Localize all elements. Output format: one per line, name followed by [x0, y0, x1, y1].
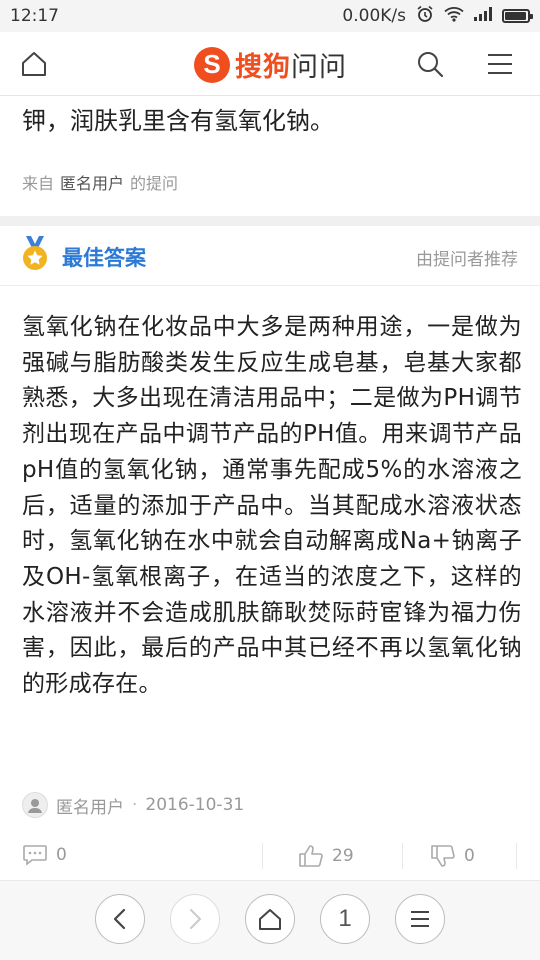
browser-menu-button[interactable]	[395, 894, 445, 944]
home-icon	[259, 909, 281, 930]
home-button[interactable]	[14, 44, 54, 84]
dislike-count: 0	[464, 846, 475, 866]
answer-author: 匿名用户 · 2016-10-31	[22, 792, 244, 818]
menu-button[interactable]	[480, 44, 520, 84]
sogou-wenwen-logo[interactable]: S 搜狗问问	[194, 45, 347, 84]
author-name[interactable]: 匿名用户	[56, 793, 124, 818]
tabs-button[interactable]: 1	[320, 894, 370, 944]
meta-separator: ·	[132, 795, 138, 815]
avatar[interactable]	[22, 792, 48, 818]
answer-text: 氢氧化钠在化妆品中大多是两种用途，一是做为强碱与脂肪酸类发生反应生成皂基，皂基大…	[22, 314, 522, 698]
action-divider	[262, 843, 263, 869]
status-time: 12:17	[10, 6, 59, 26]
question-text: 钾，润肤乳里含有氢氧化钠。	[22, 107, 334, 135]
logo-text: 搜狗问问	[235, 52, 347, 83]
back-button[interactable]	[95, 894, 145, 944]
action-divider	[402, 843, 403, 869]
chevron-right-icon	[189, 908, 202, 930]
section-divider	[0, 216, 540, 226]
comment-count: 0	[56, 845, 67, 865]
chevron-left-icon	[113, 908, 126, 930]
search-icon	[418, 52, 444, 78]
recommended-by-asker: 由提问者推荐	[416, 250, 518, 270]
dislike-button[interactable]: 0	[430, 844, 475, 868]
network-speed: 0.00K/s	[342, 6, 406, 26]
status-bar: 12:17 0.00K/s	[0, 0, 540, 32]
thumbs-down-icon	[431, 845, 455, 867]
thumbs-up-icon	[299, 845, 323, 867]
best-answer-bar: 最佳答案 由提问者推荐	[0, 226, 540, 286]
answer-date: 2016-10-31	[145, 795, 245, 815]
comment-icon	[23, 845, 47, 866]
meta-suffix: 的提问	[130, 174, 179, 193]
home-icon	[22, 52, 46, 76]
menu-icon	[488, 54, 512, 74]
wifi-icon	[444, 6, 464, 27]
status-icons: 0.00K/s	[342, 5, 533, 28]
question-meta: 来自 匿名用户 的提问	[22, 170, 178, 194]
logo-mark: S	[194, 46, 230, 83]
search-button[interactable]	[410, 44, 450, 84]
best-answer-title: 最佳答案	[62, 246, 146, 270]
question-author[interactable]: 匿名用户	[60, 170, 124, 194]
signal-icon	[474, 6, 492, 26]
tab-count: 1	[338, 905, 352, 932]
browser-bottom-nav: 1	[0, 880, 540, 960]
alarm-icon	[416, 5, 434, 28]
battery-icon	[502, 9, 533, 23]
like-button[interactable]: 29	[298, 844, 354, 868]
like-count: 29	[332, 846, 354, 866]
meta-from: 来自	[22, 174, 55, 193]
comment-button[interactable]: 0	[22, 844, 67, 866]
medal-icon	[20, 236, 50, 276]
forward-button[interactable]	[170, 894, 220, 944]
app-header: S 搜狗问问	[0, 32, 540, 96]
user-avatar-icon	[28, 799, 42, 813]
browser-home-button[interactable]	[245, 894, 295, 944]
menu-icon	[411, 911, 429, 927]
action-divider	[516, 843, 517, 869]
